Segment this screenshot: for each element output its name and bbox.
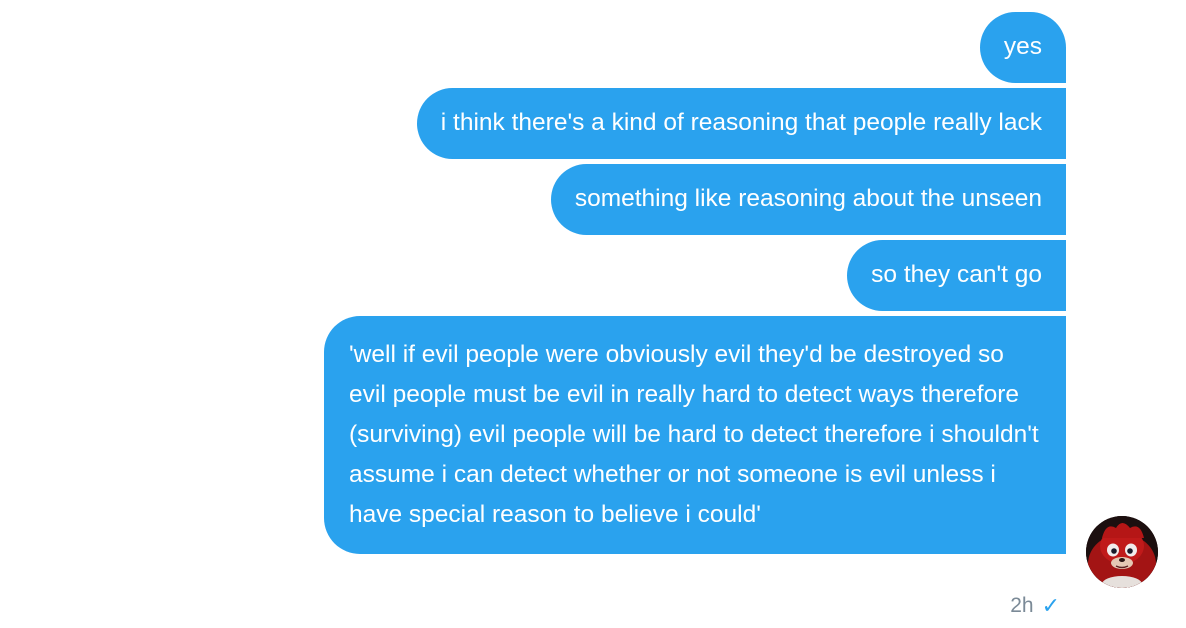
message-bubble[interactable]: 'well if evil people were obviously evil… [324,316,1066,554]
message-text: 'well if evil people were obviously evil… [349,341,1039,528]
checkmark-icon: ✓ [1041,593,1060,618]
avatar-image [1086,516,1158,588]
dm-conversation: yes i think there's a kind of reasoning … [0,0,1186,628]
message-thread: yes i think there's a kind of reasoning … [324,12,1066,554]
message-text: so they can't go [871,261,1042,288]
message-bubble[interactable]: yes [979,12,1066,83]
message-bubble[interactable]: something like reasoning about the unsee… [550,164,1066,235]
message-bubble[interactable]: so they can't go [847,240,1066,311]
message-text: i think there's a kind of reasoning that… [440,109,1042,136]
message-bubble[interactable]: i think there's a kind of reasoning that… [416,88,1066,159]
message-text: yes [1003,33,1042,60]
message-meta: 2h ✓ [1010,594,1060,618]
avatar[interactable] [1086,516,1158,588]
message-text: something like reasoning about the unsee… [574,185,1042,212]
timestamp: 2h [1010,594,1034,617]
